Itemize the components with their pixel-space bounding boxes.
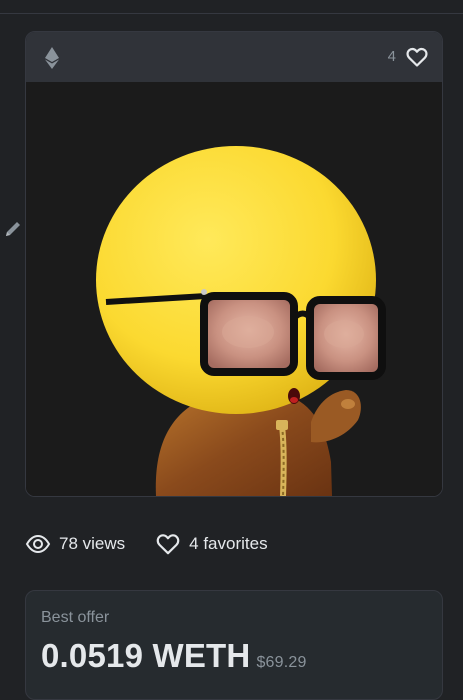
heart-outline-icon [156,534,180,555]
eye-icon [25,534,51,554]
price-usd: $69.29 [256,654,307,671]
favorites-count: 4 [387,48,396,65]
best-offer-label: Best offer [41,609,110,626]
best-offer-price: 0.0519 WETH $69.29 [41,637,307,675]
nft-card: 4 [25,31,443,497]
edit-pencil-icon[interactable] [2,218,24,240]
views-stat: 78 views [25,531,125,557]
price-value: 0.0519 WETH [41,637,251,674]
ethereum-icon [45,47,59,69]
nft-artwork[interactable] [26,82,442,496]
best-offer-panel: Best offer 0.0519 WETH $69.29 [25,590,443,700]
favorites-label: 4 favorites [189,534,268,553]
item-stats: 78 views 4 favorites [25,530,298,558]
heart-outline-icon[interactable] [405,45,429,69]
card-header: 4 [26,32,442,83]
top-divider [0,13,463,14]
views-label: 78 views [59,534,126,553]
favorites-stat[interactable]: 4 favorites [155,531,268,557]
